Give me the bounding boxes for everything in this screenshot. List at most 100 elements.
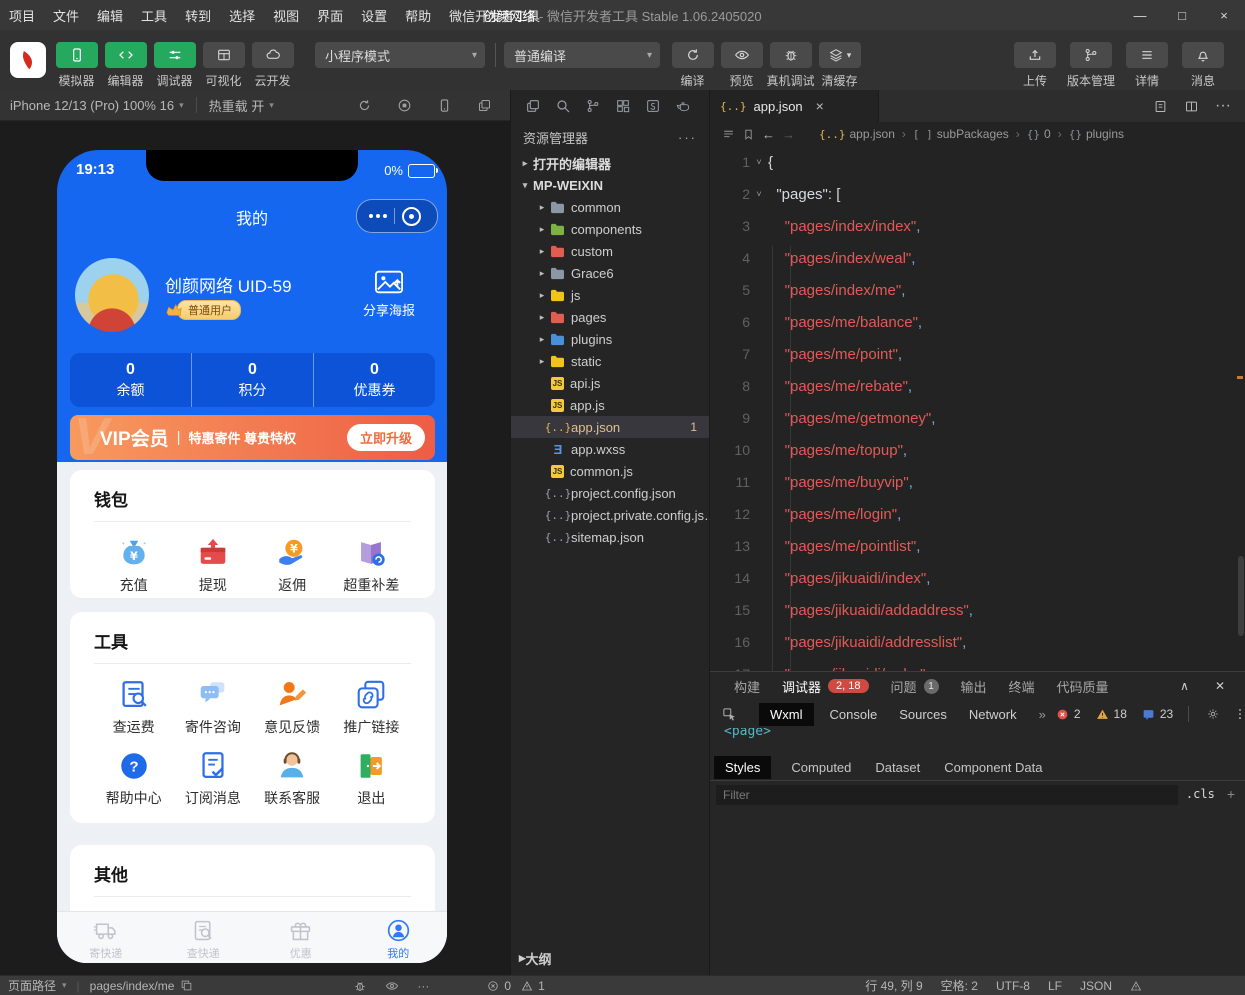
tree-item-project.config.json[interactable]: {..} project.config.json: [511, 482, 709, 504]
more-actions-icon[interactable]: ···: [1215, 97, 1231, 115]
minimize-button[interactable]: —: [1119, 0, 1161, 30]
outline-list-icon[interactable]: [722, 128, 735, 141]
menu-编辑[interactable]: 编辑: [88, 0, 132, 30]
share-poster-button[interactable]: 分享海报: [351, 268, 427, 319]
stat-积分[interactable]: 0 积分: [191, 353, 313, 407]
grid-item-exit[interactable]: 退出: [332, 749, 411, 808]
grid-item-promo[interactable]: 推广链接: [332, 678, 411, 737]
sim-refresh-icon[interactable]: [357, 98, 372, 113]
tree-item-js[interactable]: ▸ js: [511, 284, 709, 306]
statusbar-warning-icon[interactable]: [1130, 980, 1142, 992]
toolbar-button-refresh[interactable]: 编译: [668, 42, 717, 89]
devtools-more-icon[interactable]: [1233, 707, 1245, 721]
tree-item-app.wxss[interactable]: Ǝapp.wxss: [511, 438, 709, 460]
menu-项目[interactable]: 项目: [0, 0, 44, 30]
tree-item-plugins[interactable]: ▸ plugins: [511, 328, 709, 350]
activity-search-icon[interactable]: [555, 98, 571, 114]
grid-item-fee[interactable]: 查运费: [94, 678, 173, 737]
menu-设置[interactable]: 设置: [352, 0, 396, 30]
add-style-icon[interactable]: +: [1227, 786, 1235, 802]
more-icon[interactable]: [369, 214, 387, 218]
grid-item-feedback[interactable]: 意见反馈: [253, 678, 332, 737]
menu-界面[interactable]: 界面: [308, 0, 352, 30]
problem-counts[interactable]: 0 1: [487, 979, 545, 993]
activity-git-branch-icon[interactable]: [585, 98, 601, 114]
cls-toggle[interactable]: .cls: [1186, 787, 1215, 801]
style-tab-Computed[interactable]: Computed: [791, 760, 851, 775]
menu-文件[interactable]: 文件: [44, 0, 88, 30]
breadcrumb-segment[interactable]: {} plugins: [1069, 127, 1124, 141]
tree-item-打开的编辑器[interactable]: ▸ 打开的编辑器: [511, 152, 709, 174]
maximize-button[interactable]: □: [1161, 0, 1203, 30]
tree-item-components[interactable]: ▸ components: [511, 218, 709, 240]
close-panel-icon[interactable]: ✕: [1215, 679, 1225, 693]
stat-优惠券[interactable]: 0 优惠券: [313, 353, 435, 407]
nav-back-icon[interactable]: ←: [762, 127, 775, 142]
tab-优惠[interactable]: 优惠: [252, 912, 350, 963]
activity-snippets-icon[interactable]: [645, 98, 661, 114]
devtools-settings-icon[interactable]: [1206, 707, 1220, 721]
copy-path-icon[interactable]: [180, 979, 193, 992]
collapse-panel-icon[interactable]: ∧: [1180, 679, 1189, 693]
statusbar-item[interactable]: 行 49, 列 9: [865, 977, 922, 994]
tab-我的[interactable]: 我的: [350, 912, 448, 963]
outline-section[interactable]: ▸ 大纲: [511, 947, 709, 969]
grid-item-consult[interactable]: 寄件咨询: [173, 678, 252, 737]
menu-选择[interactable]: 选择: [220, 0, 264, 30]
devtools-tab-Network[interactable]: Network: [969, 707, 1017, 722]
toolbar-button-cloud[interactable]: 云开发: [248, 42, 297, 89]
grid-item-rebate[interactable]: ¥ 返佣: [253, 536, 332, 595]
devtools-tab-Wxml[interactable]: Wxml: [759, 702, 814, 726]
nav-forward-icon[interactable]: →: [782, 127, 795, 142]
toolbar-button-sliders[interactable]: 调试器: [150, 42, 199, 89]
tree-item-MP-WEIXIN[interactable]: ▾ MP-WEIXIN: [511, 174, 709, 196]
statusbar-item[interactable]: 空格: 2: [941, 977, 978, 994]
split-editor-icon[interactable]: [1184, 99, 1199, 114]
activity-tea-icon[interactable]: [675, 98, 691, 114]
debugger-tab-终端[interactable]: 终端: [1009, 677, 1035, 696]
tree-item-sitemap.json[interactable]: {..} sitemap.json: [511, 526, 709, 548]
close-button[interactable]: ×: [1203, 0, 1245, 30]
breadcrumb-segment[interactable]: {..} app.json: [819, 127, 895, 141]
debugger-tab-代码质量[interactable]: 代码质量: [1057, 677, 1109, 696]
menu-视图[interactable]: 视图: [264, 0, 308, 30]
grid-item-recharge[interactable]: ¥ 充值: [94, 536, 173, 595]
hot-reload-toggle[interactable]: 热重载 开 ▾: [209, 96, 274, 115]
menu-转到[interactable]: 转到: [176, 0, 220, 30]
fold-chevron-icon[interactable]: ˅: [750, 189, 768, 199]
grid-item-subscribe[interactable]: 订阅消息: [173, 749, 252, 808]
preview-eye-icon[interactable]: [385, 979, 399, 993]
activity-extensions-icon[interactable]: [615, 98, 631, 114]
toolbar-button-eye[interactable]: 预览: [717, 42, 766, 89]
tree-item-Grace6[interactable]: ▸ Grace6: [511, 262, 709, 284]
console-error-icon[interactable]: [1056, 708, 1069, 721]
code-line-2[interactable]: 2 ˅ "pages": [: [710, 178, 1245, 210]
breadcrumb-segment[interactable]: [ ] subPackages: [913, 127, 1009, 141]
open-preview-icon[interactable]: [1153, 99, 1168, 114]
tree-item-app.js[interactable]: JS app.js: [511, 394, 709, 416]
menu-微信开发者工具[interactable]: 微信开发者工具: [440, 0, 549, 30]
grid-item-withdraw[interactable]: 提现: [173, 536, 252, 595]
vip-banner[interactable]: V VIP会员 | 特惠寄件 尊贵特权 立即升级: [70, 415, 435, 460]
toolbar-button-branch[interactable]: 版本管理: [1063, 42, 1119, 89]
tree-item-common.js[interactable]: JS common.js: [511, 460, 709, 482]
toolbar-button-code[interactable]: 编辑器: [101, 42, 150, 89]
tab-close-icon[interactable]: ×: [816, 98, 824, 114]
activity-files-icon[interactable]: [525, 98, 541, 114]
capsule-menu[interactable]: [356, 199, 438, 233]
statusbar-item[interactable]: LF: [1048, 979, 1062, 993]
tree-item-static[interactable]: ▸ static: [511, 350, 709, 372]
devtools-tab-Console[interactable]: Console: [830, 707, 878, 722]
grid-item-help[interactable]: ? 帮助中心: [94, 749, 173, 808]
grid-item-service[interactable]: 联系客服: [253, 749, 332, 808]
toolbar-button-bug[interactable]: 真机调试: [766, 42, 815, 89]
toolbar-button-upload[interactable]: 上传: [1007, 42, 1063, 89]
page-path-label[interactable]: 页面路径: [8, 977, 56, 994]
editor-scrollbar[interactable]: [1235, 146, 1245, 672]
exit-target-icon[interactable]: [402, 206, 421, 226]
toolbar-button-phone[interactable]: 模拟器: [52, 42, 101, 89]
stat-余额[interactable]: 0 余额: [70, 353, 191, 407]
toolbar-button-layers[interactable]: ▾ 清缓存: [815, 42, 864, 89]
mode-select[interactable]: 小程序模式 ▾: [315, 42, 485, 68]
code-line-1[interactable]: 1 ˅{: [710, 146, 1245, 178]
